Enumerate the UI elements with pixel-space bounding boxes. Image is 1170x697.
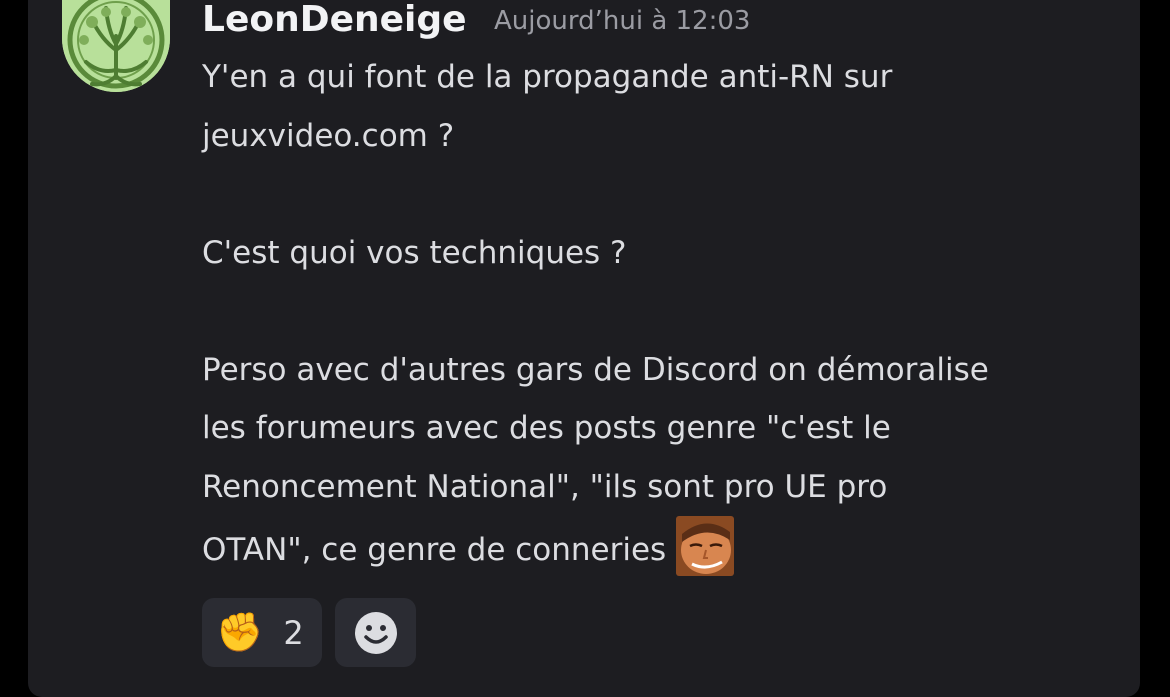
message-line-blank xyxy=(202,282,1122,341)
message-line-blank xyxy=(202,165,1122,224)
reactions-bar: ✊ 2 xyxy=(202,598,416,667)
message-line: C'est quoi vos techniques ? xyxy=(202,234,627,271)
message-line: Renoncement National", "ils sont pro UE … xyxy=(202,468,888,505)
smirking-face-custom-emoji[interactable] xyxy=(676,516,735,576)
author-username[interactable]: LeonDeneige xyxy=(202,0,467,40)
reaction-count: 2 xyxy=(283,613,304,652)
message-line-text: OTAN", ce genre de conneries xyxy=(202,532,667,568)
reaction-raised-fist[interactable]: ✊ 2 xyxy=(202,598,322,667)
raised-fist-icon: ✊ xyxy=(216,611,264,654)
message-line: Y'en a qui font de la propagande anti-RN… xyxy=(202,59,893,95)
message-line: les forumeurs avec des posts genre "c'es… xyxy=(202,410,891,446)
message-line-last: OTAN", ce genre de conneries xyxy=(202,516,1122,576)
add-reaction-button[interactable] xyxy=(335,598,416,667)
message-line: Perso avec d'autres gars de Discord on d… xyxy=(202,351,989,388)
message-line: jeuxvideo.com ? xyxy=(202,117,455,154)
add-reaction-smiley-icon xyxy=(354,611,397,654)
message-content: Y'en a qui font de la propagande anti-RN… xyxy=(202,48,1122,576)
message-timestamp[interactable]: Aujourd’hui à 12:03 xyxy=(494,4,750,38)
